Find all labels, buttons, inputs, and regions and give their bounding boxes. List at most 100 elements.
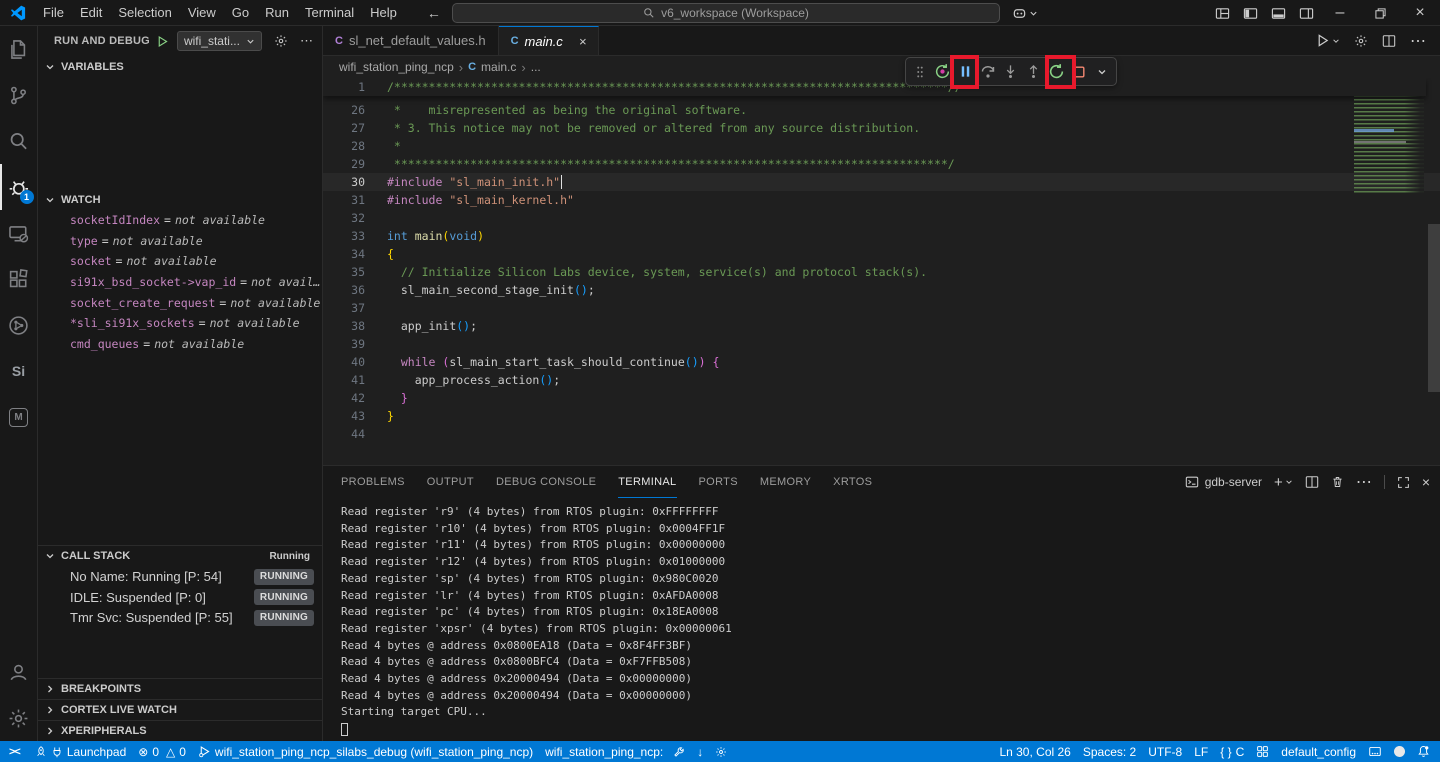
step-into-icon[interactable] <box>1000 61 1021 83</box>
section-call-stack[interactable]: CALL STACK Running <box>38 545 322 566</box>
tab-sl-net-default-values[interactable]: C sl_net_default_values.h <box>323 26 499 55</box>
editor-gear-icon[interactable] <box>1354 34 1368 48</box>
split-editor-icon[interactable] <box>1382 34 1396 48</box>
download-arrow-icon[interactable]: ↓ <box>697 745 703 759</box>
step-over-icon[interactable] <box>978 61 999 83</box>
code-line[interactable]: 32 <box>323 209 1440 227</box>
watch-item[interactable]: socket_create_request=not available <box>38 292 322 313</box>
split-terminal-icon[interactable] <box>1305 475 1319 489</box>
code-line[interactable]: 44 <box>323 425 1440 443</box>
terminal-output[interactable]: Read register 'r9' (4 bytes) from RTOS p… <box>323 498 1440 741</box>
run-and-debug-icon[interactable]: 1 <box>0 164 38 210</box>
code-line[interactable]: 26 * misrepresented as being the origina… <box>323 101 1440 119</box>
command-center-search[interactable]: v6_workspace (Workspace) <box>452 3 1000 23</box>
accounts-icon[interactable] <box>0 649 38 695</box>
toggle-secondary-sidebar-icon[interactable] <box>1292 0 1320 26</box>
new-terminal-button[interactable]: + <box>1274 474 1293 491</box>
sticky-scroll-line[interactable]: 1 /*************************************… <box>323 78 1426 96</box>
code-line[interactable]: 34{ <box>323 245 1440 263</box>
section-breakpoints[interactable]: BREAKPOINTS <box>38 678 322 699</box>
search-sidebar-icon[interactable] <box>0 118 38 164</box>
customize-layout-icon[interactable] <box>1208 0 1236 26</box>
default-config-item[interactable]: default_config <box>1275 741 1362 762</box>
code-line[interactable]: 37 <box>323 299 1440 317</box>
eol-item[interactable]: LF <box>1188 741 1214 762</box>
code-line[interactable]: 35 // Initialize Silicon Labs device, sy… <box>323 263 1440 281</box>
code-line[interactable]: 29 *************************************… <box>323 155 1440 173</box>
watch-item[interactable]: socket=not available <box>38 251 322 272</box>
code-line[interactable]: 27 * 3. This notice may not be removed o… <box>323 119 1440 137</box>
watch-item[interactable]: cmd_queues=not available <box>38 334 322 355</box>
code-line[interactable]: 41 app_process_action(); <box>323 371 1440 389</box>
watch-item[interactable]: *sli_si91x_sockets=not available <box>38 313 322 334</box>
call-stack-thread[interactable]: No Name: Running [P: 54]RUNNING <box>38 566 322 587</box>
menu-run[interactable]: Run <box>257 5 297 20</box>
menu-help[interactable]: Help <box>362 5 405 20</box>
close-window-button[interactable]: × <box>1400 0 1440 26</box>
toggle-panel-icon[interactable] <box>1264 0 1292 26</box>
watch-item[interactable]: si91x_bsd_socket->vap_id=not avail… <box>38 272 322 293</box>
panel-tab-terminal[interactable]: TERMINAL <box>618 466 676 498</box>
panel-tab-ports[interactable]: PORTS <box>699 466 738 498</box>
back-arrow-icon[interactable]: ← <box>427 5 441 21</box>
editor-scrollbar[interactable] <box>1428 224 1440 392</box>
tab-main-c[interactable]: C main.c × <box>499 26 600 55</box>
minimize-button[interactable]: – <box>1320 0 1360 26</box>
kill-terminal-trash-icon[interactable] <box>1331 475 1344 489</box>
panel-tab-xrtos[interactable]: XRTOS <box>833 466 872 498</box>
section-variables[interactable]: VARIABLES <box>38 56 322 77</box>
code-line[interactable]: 40 while (sl_main_start_task_should_cont… <box>323 353 1440 371</box>
restore-button[interactable] <box>1360 0 1400 26</box>
screencast-icon[interactable] <box>1362 741 1388 762</box>
section-watch[interactable]: WATCH <box>38 189 322 210</box>
debug-gear-icon[interactable] <box>715 746 727 758</box>
code-line[interactable]: 38 app_init(); <box>323 317 1440 335</box>
code-line[interactable]: 28 * <box>323 137 1440 155</box>
encoding-item[interactable]: UTF-8 <box>1142 741 1188 762</box>
code-line[interactable]: 42 } <box>323 389 1440 407</box>
panel-tab-problems[interactable]: PROBLEMS <box>341 466 405 498</box>
panel-tab-debug-console[interactable]: DEBUG CONSOLE <box>496 466 596 498</box>
start-debug-icon[interactable] <box>156 35 169 48</box>
panel-more-actions-icon[interactable]: ⋯ <box>1356 472 1372 492</box>
m-extension-icon[interactable]: M <box>0 394 38 440</box>
peripheral-tree-icon[interactable] <box>0 302 38 348</box>
problems-item[interactable]: ⊗ 0 △ 0 <box>132 741 192 762</box>
watch-item[interactable]: socketIdIndex=not available <box>38 210 322 231</box>
menu-view[interactable]: View <box>180 5 224 20</box>
remote-indicator[interactable]: >< <box>0 741 29 762</box>
code-line[interactable]: 43} <box>323 407 1440 425</box>
terminal-process-item[interactable]: gdb-server <box>1185 475 1262 489</box>
notifications-bell-icon[interactable] <box>1411 741 1440 762</box>
panel-tab-output[interactable]: OUTPUT <box>427 466 474 498</box>
device-debug-icon[interactable] <box>0 210 38 256</box>
panel-tab-memory[interactable]: MEMORY <box>760 466 811 498</box>
extensions-icon[interactable] <box>0 256 38 302</box>
status-dot-icon[interactable] <box>1388 741 1411 762</box>
close-tab-icon[interactable]: × <box>579 34 587 49</box>
breadcrumb-symbol[interactable]: ... <box>531 60 541 74</box>
watch-item[interactable]: type=not available <box>38 231 322 252</box>
section-xperipherals[interactable]: XPERIPHERALS <box>38 720 322 741</box>
code-line[interactable]: 33int main(void) <box>323 227 1440 245</box>
call-stack-thread[interactable]: Tmr Svc: Suspended [P: 55]RUNNING <box>38 607 322 628</box>
menu-edit[interactable]: Edit <box>72 5 110 20</box>
step-out-icon[interactable] <box>1023 61 1044 83</box>
menu-file[interactable]: File <box>35 5 72 20</box>
breadcrumb[interactable]: wifi_station_ping_ncp › C main.c › ... <box>323 56 1440 78</box>
code-line[interactable]: 36 sl_main_second_stage_init(); <box>323 281 1440 299</box>
task-item[interactable]: wifi_station_ping_ncp: ↓ <box>539 741 733 762</box>
cursor-position-item[interactable]: Ln 30, Col 26 <box>993 741 1076 762</box>
menu-terminal[interactable]: Terminal <box>297 5 362 20</box>
extension-grid-icon[interactable] <box>1250 741 1275 762</box>
language-mode-item[interactable]: { } C <box>1214 741 1250 762</box>
explorer-icon[interactable] <box>0 26 38 72</box>
code-line[interactable]: 39 <box>323 335 1440 353</box>
editor-more-actions-icon[interactable]: ⋯ <box>1410 31 1426 51</box>
maximize-panel-icon[interactable] <box>1397 476 1410 489</box>
copilot-button[interactable] <box>1012 0 1038 26</box>
minimap[interactable] <box>1354 83 1424 195</box>
toolbar-drag-gripper[interactable] <box>910 61 931 83</box>
debug-settings-gear-icon[interactable] <box>274 34 288 48</box>
settings-gear-icon[interactable] <box>0 695 38 741</box>
